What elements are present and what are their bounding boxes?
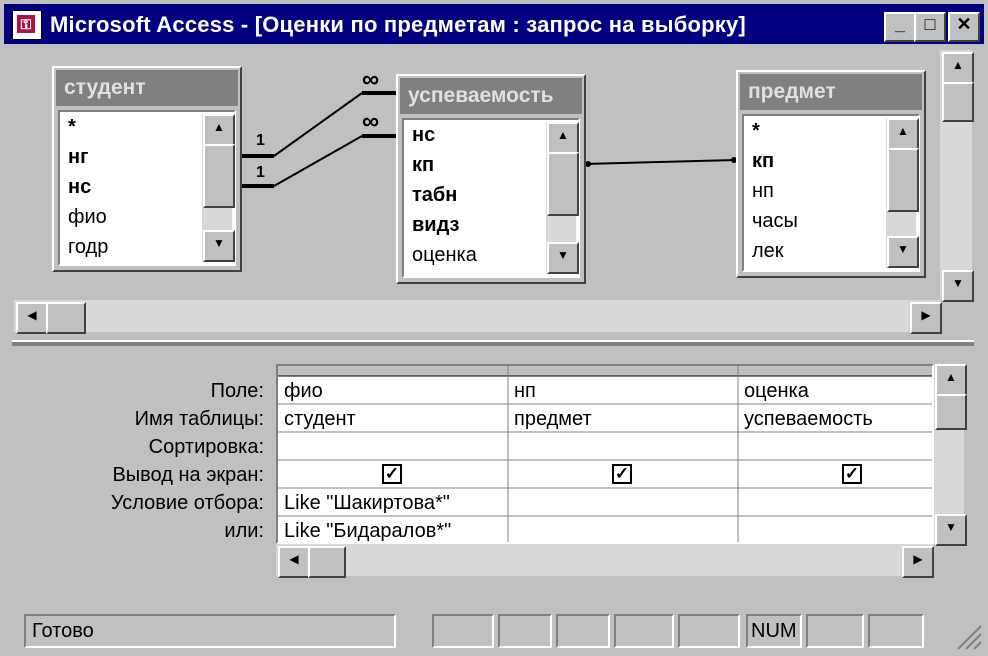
access-key-icon[interactable]: ⚿ — [12, 10, 42, 40]
row-label-table: Имя таблицы: — [134, 408, 264, 430]
scroll-up-icon[interactable]: ▲ — [942, 52, 974, 84]
scroll-thumb[interactable] — [942, 82, 974, 122]
field-item[interactable]: видз — [412, 214, 459, 237]
scroll-up-icon[interactable]: ▲ — [203, 114, 235, 146]
status-text: Готово — [24, 614, 396, 648]
grid-cell-table[interactable]: успеваемость — [738, 408, 873, 431]
resize-grip-icon[interactable] — [954, 622, 982, 650]
status-panel — [556, 614, 610, 648]
grid-cell-field[interactable]: оценка — [738, 380, 809, 403]
row-label-or: или: — [224, 520, 264, 542]
document-title: [Оценки по предметам : запрос на выборку… — [254, 12, 746, 37]
grid-cell-table[interactable]: предмет — [508, 408, 592, 431]
grid-cell-field[interactable]: фио — [278, 380, 323, 403]
field-item[interactable]: кп — [412, 154, 434, 177]
table-title[interactable]: студент — [56, 70, 238, 106]
relation-label-many-1: ∞ — [362, 66, 380, 93]
scroll-up-icon[interactable]: ▲ — [887, 118, 919, 150]
field-item[interactable]: лек — [752, 240, 784, 263]
relation-label-one-1: 1 — [256, 132, 265, 149]
table-subject[interactable]: предмет * кп нп часы лек ▲ ▼ — [736, 70, 926, 278]
minimize-button[interactable]: _ — [884, 12, 916, 42]
field-item[interactable]: * — [68, 116, 76, 139]
grid-cell-field[interactable]: нп — [508, 380, 536, 403]
scroll-down-icon[interactable]: ▼ — [887, 236, 919, 268]
pane-splitter[interactable] — [12, 340, 974, 346]
scroll-down-icon[interactable]: ▼ — [203, 230, 235, 262]
title-separator: - — [234, 12, 255, 37]
show-checkbox[interactable]: ✓ — [842, 464, 862, 484]
relation-line-2 — [273, 135, 363, 187]
scroll-thumb[interactable] — [935, 394, 967, 430]
window-title: Microsoft Access - [Оценки по предметам … — [50, 12, 746, 38]
scroll-right-icon[interactable]: ▶ — [910, 302, 942, 334]
grid-horizontal-scrollbar[interactable]: ◀ ▶ — [276, 544, 934, 578]
close-button[interactable]: ✕ — [948, 12, 980, 42]
status-panel — [806, 614, 864, 648]
show-checkbox[interactable]: ✓ — [612, 464, 632, 484]
diagram-vertical-scrollbar[interactable]: ▲ ▼ — [940, 50, 974, 302]
scroll-thumb[interactable] — [46, 302, 86, 334]
field-list: * нг нс фио годр ▲ ▼ — [58, 110, 236, 266]
grid-lines — [278, 366, 932, 542]
row-label-field: Поле: — [210, 380, 264, 402]
scroll-thumb[interactable] — [308, 546, 346, 578]
scroll-up-icon[interactable]: ▲ — [547, 122, 579, 154]
field-list: * кп нп часы лек ▲ ▼ — [742, 114, 920, 272]
field-item[interactable]: нс — [68, 176, 91, 199]
relation-label-many-2: ∞ — [362, 108, 380, 135]
relation-line-3 — [583, 159, 737, 165]
scroll-thumb[interactable] — [887, 148, 919, 212]
table-grades[interactable]: успеваемость нс кп табн видз оценка ▲ ▼ — [396, 74, 586, 284]
show-checkbox[interactable]: ✓ — [382, 464, 402, 484]
vertical-scrollbar[interactable]: ▲ ▼ — [886, 118, 919, 268]
field-item[interactable]: нс — [412, 124, 435, 147]
table-student[interactable]: студент * нг нс фио годр ▲ ▼ — [52, 66, 242, 272]
vertical-scrollbar[interactable]: ▲ ▼ — [546, 122, 579, 274]
grid-cell-criteria[interactable]: Like "Шакиртова*" — [278, 492, 450, 515]
status-panel — [868, 614, 924, 648]
field-item[interactable]: табн — [412, 184, 457, 207]
scroll-left-icon[interactable]: ◀ — [16, 302, 48, 334]
field-item[interactable]: фио — [68, 206, 107, 229]
grid-cell-table[interactable]: студент — [278, 408, 356, 431]
scroll-right-icon[interactable]: ▶ — [902, 546, 934, 578]
status-panel — [498, 614, 552, 648]
status-panel — [432, 614, 494, 648]
table-title[interactable]: предмет — [740, 74, 922, 110]
field-item[interactable]: нг — [68, 146, 88, 169]
scroll-down-icon[interactable]: ▼ — [935, 514, 967, 546]
row-label-criteria: Условие отбора: — [110, 492, 264, 514]
scroll-down-icon[interactable]: ▼ — [942, 270, 974, 302]
num-lock-indicator: NUM — [746, 614, 802, 648]
table-title[interactable]: успеваемость — [400, 78, 582, 114]
scroll-up-icon[interactable]: ▲ — [935, 364, 967, 396]
field-item[interactable]: нп — [752, 180, 774, 203]
table-diagram-pane: 1 1 ∞ ∞ студент * нг нс фио годр ▲ ▼ усп… — [12, 48, 974, 338]
grid-vertical-scrollbar[interactable]: ▲ ▼ — [934, 364, 967, 546]
row-label-show: Вывод на экран: — [112, 464, 264, 486]
diagram-horizontal-scrollbar[interactable]: ◀ ▶ — [14, 300, 942, 334]
app-name: Microsoft Access — [50, 12, 235, 37]
status-panel — [614, 614, 674, 648]
title-bar: ⚿ Microsoft Access - [Оценки по предмета… — [4, 4, 984, 44]
field-item[interactable]: часы — [752, 210, 798, 233]
scroll-thumb[interactable] — [203, 144, 235, 208]
field-item[interactable]: кп — [752, 150, 774, 173]
scroll-down-icon[interactable]: ▼ — [547, 242, 579, 274]
vertical-scrollbar[interactable]: ▲ ▼ — [202, 114, 235, 262]
relation-label-one-2: 1 — [256, 164, 265, 181]
scroll-left-icon[interactable]: ◀ — [278, 546, 310, 578]
grid-cell-or[interactable]: Like "Бидаралов*" — [278, 520, 451, 543]
query-design-grid[interactable]: фио студент ✓ Like "Шакиртова*" Like "Би… — [276, 364, 934, 544]
field-item[interactable]: * — [752, 120, 760, 143]
relation-line-1 — [273, 92, 363, 157]
row-label-sort: Сортировка: — [148, 436, 264, 458]
field-item[interactable]: годр — [68, 236, 108, 259]
field-item[interactable]: оценка — [412, 244, 477, 267]
scroll-thumb[interactable] — [547, 152, 579, 216]
field-list: нс кп табн видз оценка ▲ ▼ — [402, 118, 580, 278]
maximize-button[interactable]: □ — [914, 12, 946, 42]
status-panel — [678, 614, 740, 648]
